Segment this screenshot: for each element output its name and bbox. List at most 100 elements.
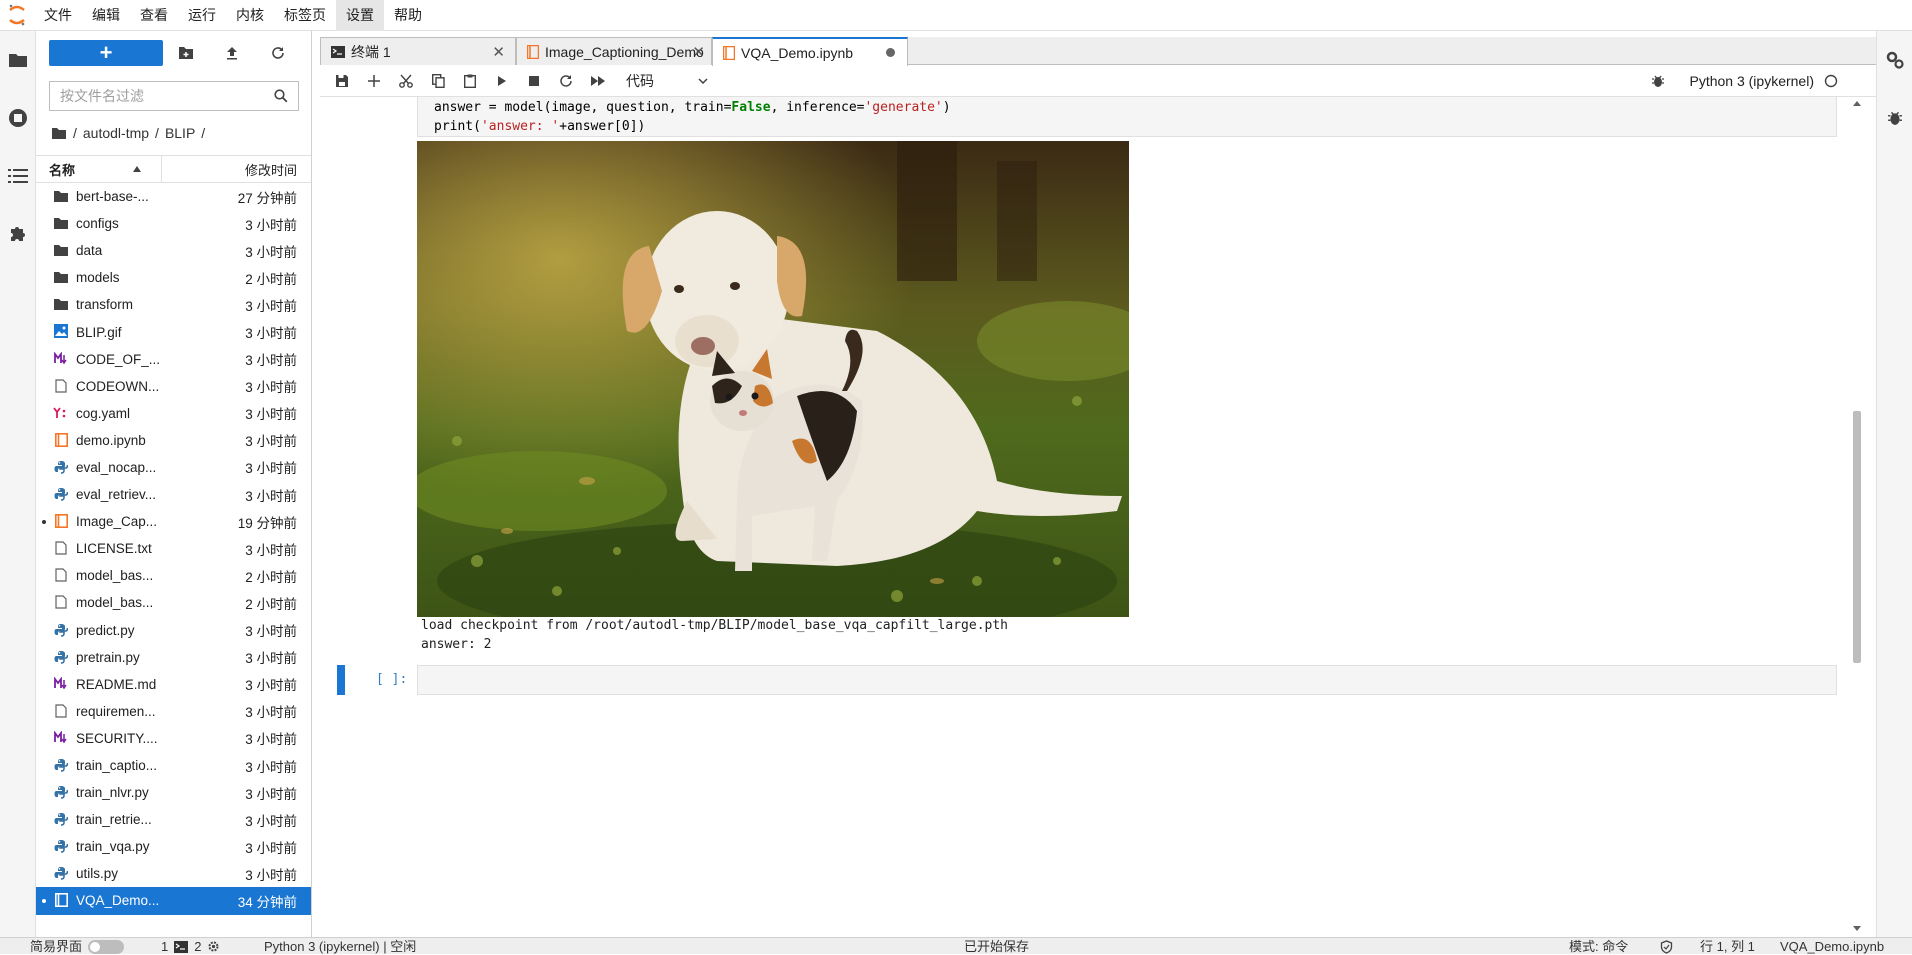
file-row[interactable]: README.md 3 小时前 (36, 671, 311, 698)
menu-help[interactable]: 帮助 (384, 0, 432, 31)
breadcrumb-blip[interactable]: BLIP (165, 125, 195, 141)
menu-settings[interactable]: 设置 (336, 0, 384, 31)
file-row[interactable]: transform 3 小时前 (36, 291, 311, 318)
file-icon (53, 703, 69, 719)
file-row[interactable]: model_bas... 2 小时前 (36, 562, 311, 589)
file-row[interactable]: CODE_OF_... 3 小时前 (36, 346, 311, 373)
cell-type-select[interactable]: 代码 (622, 69, 712, 93)
file-name: bert-base-... (76, 189, 149, 205)
list-icon (8, 169, 28, 183)
insert-cell-button[interactable] (358, 67, 390, 95)
code-cell-input[interactable]: answer = model(image, question, train=Fa… (417, 97, 1837, 137)
terminal-count-value: 1 (161, 939, 169, 954)
refresh-button[interactable] (255, 40, 301, 66)
restart-button[interactable] (550, 67, 582, 95)
file-row[interactable]: LICENSE.txt 3 小时前 (36, 535, 311, 562)
paste-icon (464, 74, 476, 88)
mode-indicator[interactable]: 模式: 命令 (1569, 938, 1628, 955)
restart-run-all-button[interactable] (582, 67, 614, 95)
file-row[interactable]: data 3 小时前 (36, 237, 311, 264)
terminal-count[interactable]: 1 2 (161, 938, 220, 955)
notebook-panel[interactable]: answer = model(image, question, train=Fa… (320, 97, 1876, 937)
scroll-down-icon[interactable] (1852, 925, 1862, 933)
simple-mode-toggle[interactable] (88, 939, 125, 954)
debugger-tab[interactable] (1877, 89, 1912, 147)
close-icon[interactable]: ✕ (492, 43, 505, 61)
tab-terminal-1[interactable]: 终端 1 ✕ (320, 37, 516, 65)
column-name-header[interactable]: 名称 (36, 155, 162, 183)
menu-run[interactable]: 运行 (178, 0, 226, 31)
file-modified: 2 小时前 (245, 596, 297, 612)
scrollbar-thumb[interactable] (1853, 411, 1861, 663)
file-row[interactable]: train_vqa.py 3 小时前 (36, 833, 311, 860)
interrupt-button[interactable] (518, 67, 550, 95)
file-row[interactable]: models 2 小时前 (36, 264, 311, 291)
file-row[interactable]: VQA_Demo... 34 分钟前 (36, 887, 311, 915)
file-row[interactable]: eval_nocap... 3 小时前 (36, 454, 311, 481)
file-icon (53, 378, 69, 394)
left-sidebar (0, 31, 36, 937)
empty-code-cell[interactable]: [ ]: (337, 665, 1837, 697)
cut-button[interactable] (390, 67, 422, 95)
kernel-status[interactable]: Python 3 (ipykernel) | 空闲 (264, 938, 416, 955)
file-row[interactable]: train_captio... 3 小时前 (36, 752, 311, 779)
new-launcher-button[interactable]: + (49, 40, 163, 66)
file-row[interactable]: predict.py 3 小时前 (36, 617, 311, 644)
kernel-name[interactable]: Python 3 (ipykernel) (1689, 73, 1814, 89)
file-row[interactable]: Image_Cap... 19 分钟前 (36, 508, 311, 535)
file-name: train_retrie... (76, 812, 152, 828)
menu-tabs[interactable]: 标签页 (274, 0, 336, 31)
running-sessions-tab[interactable] (0, 89, 36, 147)
upload-button[interactable] (209, 40, 255, 66)
breadcrumb-autodl-tmp[interactable]: autodl-tmp (83, 125, 149, 141)
new-folder-button[interactable] (163, 40, 209, 66)
notebook-icon (527, 44, 539, 59)
puzzle-icon (11, 227, 25, 241)
file-row[interactable]: configs 3 小时前 (36, 210, 311, 237)
scroll-up-icon[interactable] (1852, 99, 1862, 107)
file-row[interactable]: pretrain.py 3 小时前 (36, 644, 311, 671)
file-name: predict.py (76, 622, 135, 638)
file-row[interactable]: CODEOWN... 3 小时前 (36, 373, 311, 400)
gears-icon (1886, 51, 1904, 69)
run-button[interactable] (486, 67, 518, 95)
image-icon (53, 323, 69, 339)
menu-kernel[interactable]: 内核 (226, 0, 274, 31)
unsaved-dot-icon[interactable] (886, 48, 895, 57)
simple-mode[interactable]: 简易界面 (30, 938, 125, 955)
table-of-contents-tab[interactable] (0, 147, 36, 205)
menu-view[interactable]: 查看 (130, 0, 178, 31)
file-browser-tab[interactable] (0, 31, 36, 89)
trust-indicator[interactable] (1660, 938, 1673, 955)
file-row[interactable]: utils.py 3 小时前 (36, 860, 311, 887)
file-row[interactable]: bert-base-... 27 分钟前 (36, 183, 311, 210)
file-row[interactable]: train_nlvr.py 3 小时前 (36, 779, 311, 806)
tab-image-captioning[interactable]: Image_Captioning_Demo.ipy ✕ (516, 37, 712, 65)
file-row[interactable]: BLIP.gif 3 小时前 (36, 318, 311, 345)
empty-cell-input[interactable] (417, 665, 1837, 695)
file-row[interactable]: SECURITY.... 3 小时前 (36, 725, 311, 752)
column-modified-header[interactable]: 修改时间 (162, 160, 311, 179)
property-inspector-tab[interactable] (1877, 31, 1912, 89)
close-icon[interactable]: ✕ (692, 43, 705, 61)
paste-button[interactable] (454, 67, 486, 95)
kernel-count-value: 2 (194, 939, 202, 954)
file-row[interactable]: model_bas... 2 小时前 (36, 589, 311, 616)
file-row[interactable]: demo.ipynb 3 小时前 (36, 427, 311, 454)
file-filter-input[interactable]: 按文件名过滤 (49, 81, 299, 111)
bug-icon[interactable] (1651, 74, 1665, 88)
tab-vqa-demo[interactable]: VQA_Demo.ipynb (712, 37, 908, 66)
notebook-scrollbar[interactable] (1852, 97, 1862, 937)
file-row[interactable]: train_retrie... 3 小时前 (36, 806, 311, 833)
home-folder-icon[interactable] (51, 127, 67, 140)
file-row[interactable]: eval_retriev... 3 小时前 (36, 481, 311, 508)
python-icon (53, 784, 69, 800)
file-row[interactable]: cog.yaml 3 小时前 (36, 400, 311, 427)
menu-edit[interactable]: 编辑 (82, 0, 130, 31)
extensions-tab[interactable] (0, 205, 36, 263)
cursor-position[interactable]: 行 1, 列 1 (1700, 938, 1755, 955)
file-row[interactable]: requiremen... 3 小时前 (36, 698, 311, 725)
save-button[interactable] (326, 67, 358, 95)
menu-file[interactable]: 文件 (34, 0, 82, 31)
copy-button[interactable] (422, 67, 454, 95)
